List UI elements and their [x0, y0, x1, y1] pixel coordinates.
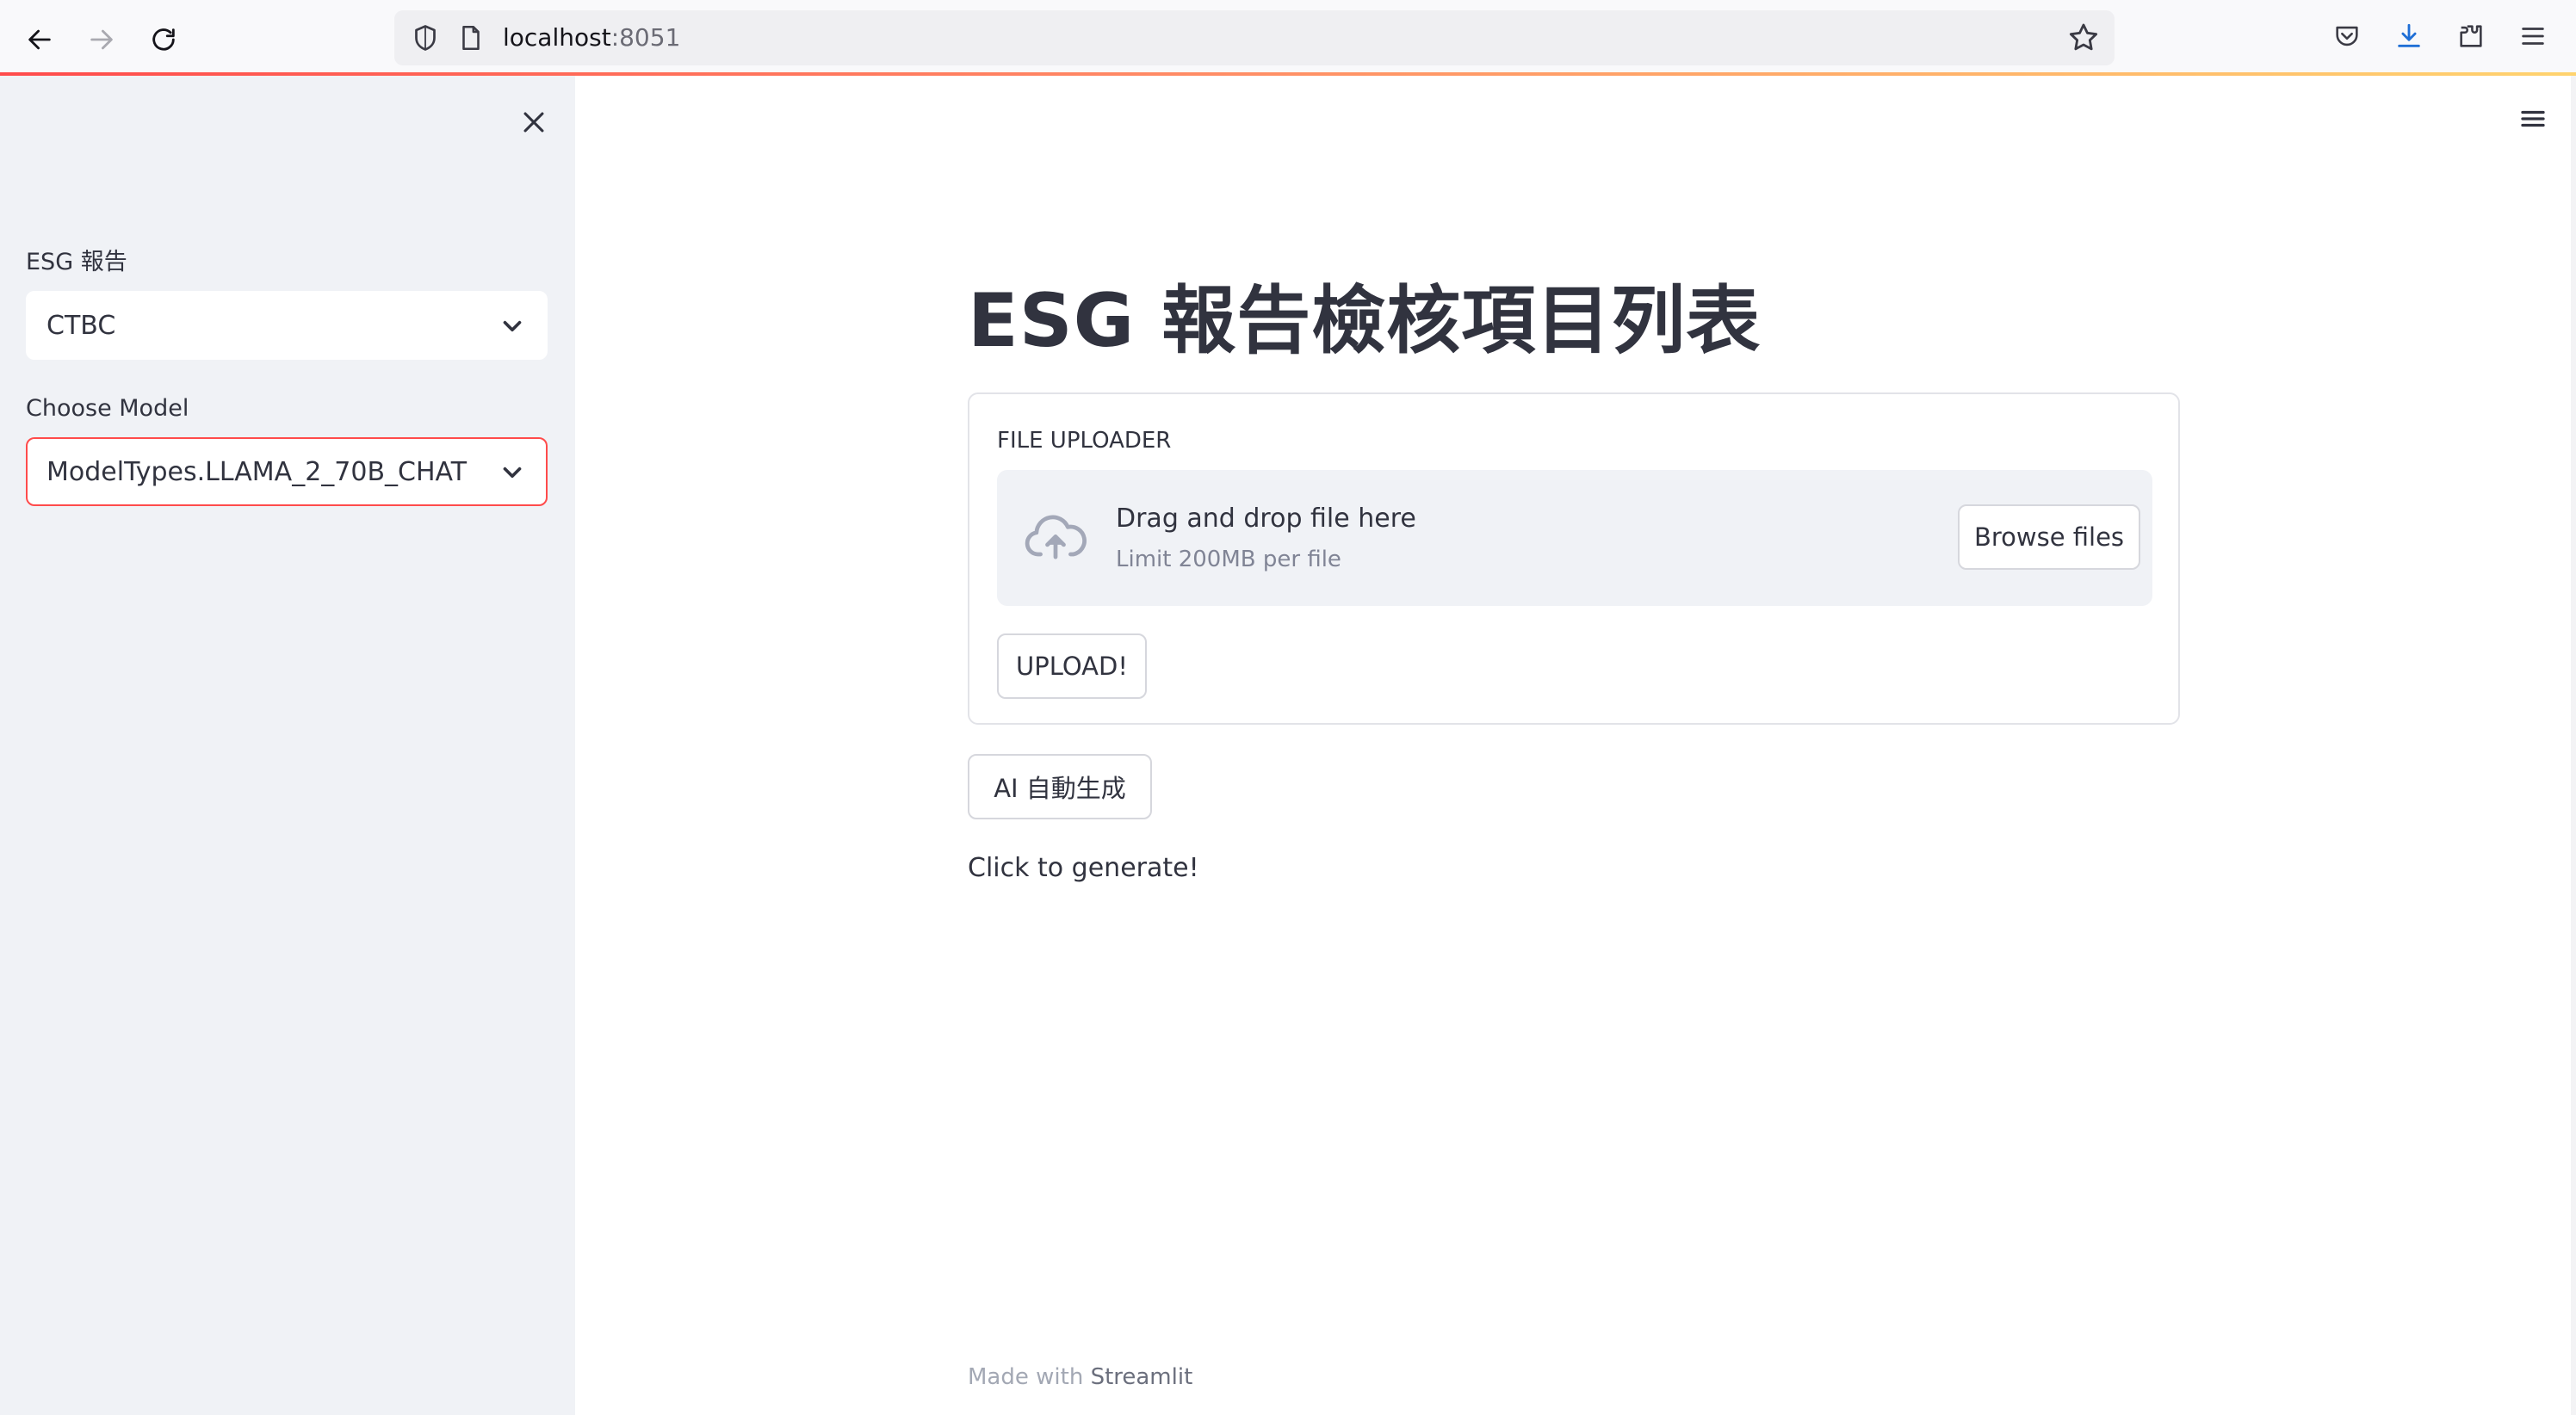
model-value: ModelTypes.LLAMA_2_70B_CHAT [46, 457, 468, 487]
reload-icon[interactable] [139, 15, 188, 64]
pocket-icon[interactable] [2330, 19, 2364, 53]
extensions-icon[interactable] [2454, 19, 2488, 53]
esg-report-select[interactable]: CTBC [26, 291, 548, 360]
page-icon [462, 25, 480, 51]
esg-report-label: ESG 報告 [26, 249, 127, 275]
browser-menu-icon[interactable] [2516, 19, 2550, 53]
dropzone-title: Drag and drop file here [1116, 504, 1416, 534]
choose-model-label: Choose Model [26, 395, 189, 422]
url-text[interactable]: localhost:8051 [503, 22, 680, 53]
close-sidebar-button[interactable] [515, 103, 553, 141]
cloud-upload-icon [1025, 515, 1087, 559]
file-uploader-label: FILE UPLOADER [997, 428, 1172, 454]
footer: Made with Streamlit [968, 1363, 1192, 1391]
window-edge [2571, 76, 2576, 1415]
shield-icon[interactable] [410, 22, 441, 53]
forward-icon[interactable] [77, 15, 126, 64]
file-dropzone[interactable]: Drag and drop file here Limit 200MB per … [997, 470, 2152, 606]
close-icon [523, 112, 544, 133]
app-menu-button[interactable] [2516, 102, 2550, 136]
ai-generate-button[interactable]: AI 自動生成 [968, 754, 1152, 819]
esg-report-value: CTBC [46, 311, 116, 341]
url-port: :8051 [610, 23, 681, 52]
page-title: ESG 報告檢核項目列表 [968, 278, 1762, 364]
browse-files-button[interactable]: Browse files [1958, 504, 2140, 570]
dropzone-limit: Limit 200MB per file [1116, 547, 1341, 572]
model-select[interactable]: ModelTypes.LLAMA_2_70B_CHAT [26, 437, 548, 506]
footer-made-with: Made with [968, 1364, 1091, 1390]
star-icon[interactable] [2066, 21, 2101, 55]
upload-form: FILE UPLOADER Drag and drop file here Li… [968, 392, 2180, 725]
address-bar[interactable]: localhost:8051 [394, 10, 2115, 65]
chevron-down-icon [503, 320, 522, 332]
back-icon[interactable] [15, 15, 64, 64]
chevron-down-icon [503, 467, 522, 479]
sidebar: ESG 報告 CTBC Choose Model ModelTypes.LLAM… [0, 76, 575, 1415]
generate-status-text: Click to generate! [968, 853, 1199, 883]
download-icon[interactable] [2392, 19, 2426, 53]
hamburger-menu-icon [2521, 110, 2545, 127]
url-host: localhost [503, 23, 611, 52]
footer-streamlit-link[interactable]: Streamlit [1091, 1364, 1193, 1390]
browser-toolbar: localhost:8051 [0, 0, 2576, 72]
upload-button[interactable]: UPLOAD! [997, 633, 1147, 699]
